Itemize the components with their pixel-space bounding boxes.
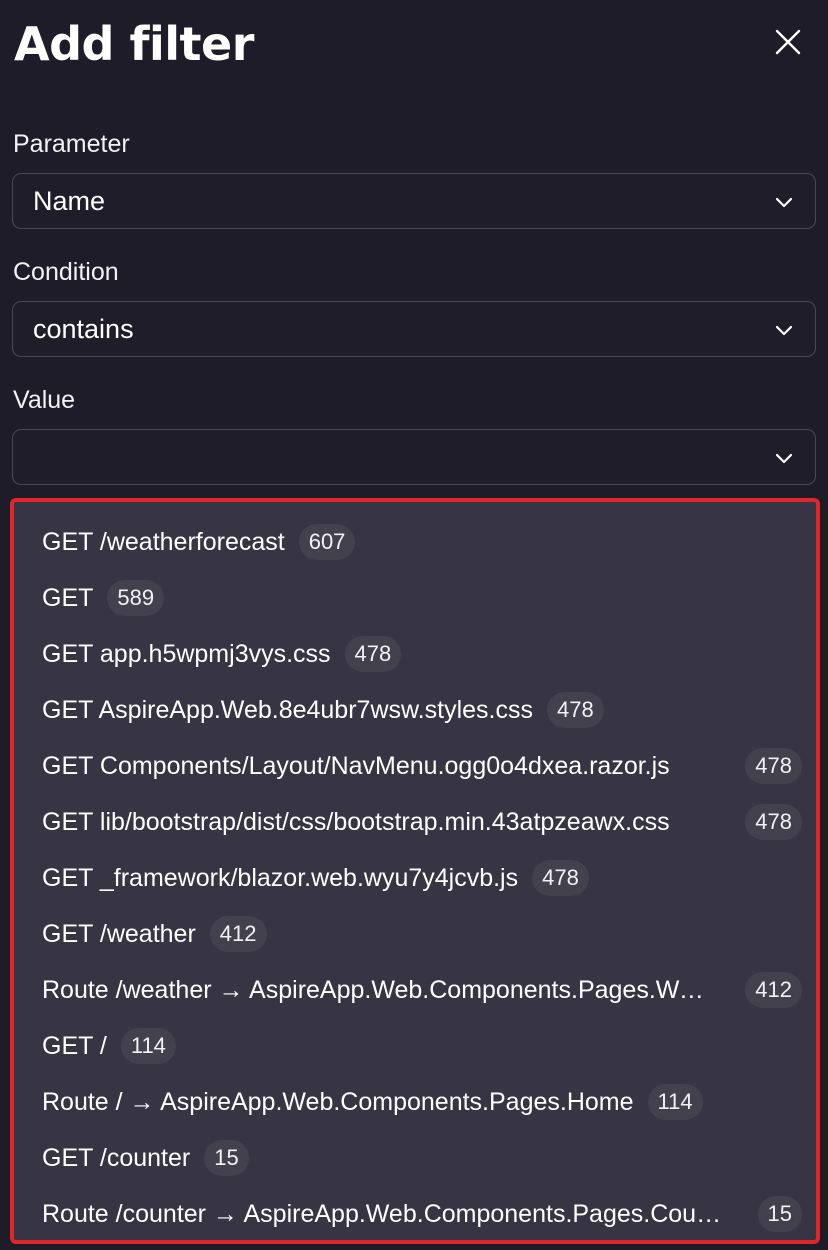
parameter-select[interactable]: Name bbox=[12, 173, 816, 229]
add-filter-dialog: Add filter Parameter Name Condition cont… bbox=[0, 0, 828, 1250]
option-item[interactable]: GET 589 bbox=[42, 570, 802, 626]
option-label: GET app.h5wpmj3vys.css bbox=[42, 639, 331, 668]
count-badge: 412 bbox=[209, 916, 267, 952]
option-label: Route /counter → AspireApp.Web.Component… bbox=[42, 1199, 732, 1228]
option-label: GET /weather bbox=[42, 919, 196, 948]
option-label: GET Components/Layout/NavMenu.ogg0o4dxea… bbox=[42, 751, 670, 780]
value-label: Value bbox=[13, 386, 76, 414]
count-badge: 478 bbox=[745, 804, 802, 840]
option-label: GET /weatherforecast bbox=[42, 527, 285, 556]
count-badge: 114 bbox=[120, 1028, 176, 1064]
chevron-down-icon bbox=[775, 453, 793, 464]
count-badge: 478 bbox=[745, 748, 802, 784]
option-label: Route /weather → AspireApp.Web.Component… bbox=[42, 975, 712, 1004]
count-badge: 114 bbox=[647, 1084, 703, 1120]
close-icon bbox=[775, 29, 801, 55]
count-badge: 607 bbox=[298, 524, 356, 560]
count-badge: 15 bbox=[204, 1140, 249, 1176]
option-item[interactable]: Route / → AspireApp.Web.Components.Pages… bbox=[42, 1074, 802, 1130]
count-badge: 15 bbox=[757, 1196, 802, 1232]
value-combobox[interactable] bbox=[12, 429, 816, 485]
option-label: GET /counter bbox=[42, 1143, 191, 1172]
option-item[interactable]: GET Components/Layout/NavMenu.ogg0o4dxea… bbox=[42, 738, 802, 794]
option-item[interactable]: Route /weather → AspireApp.Web.Component… bbox=[42, 962, 802, 1018]
option-label: GET AspireApp.Web.8e4ubr7wsw.styles.css bbox=[42, 695, 533, 724]
option-item[interactable]: GET /weather 412 bbox=[42, 906, 802, 962]
option-item[interactable]: Route /counter → AspireApp.Web.Component… bbox=[42, 1186, 802, 1240]
option-label: GET lib/bootstrap/dist/css/bootstrap.min… bbox=[42, 807, 670, 836]
option-label: GET bbox=[42, 583, 94, 612]
condition-value: contains bbox=[33, 313, 134, 344]
value-options-list: GET /weatherforecast 607 GET 589 GET app… bbox=[10, 498, 820, 1244]
parameter-value: Name bbox=[33, 185, 106, 216]
option-label: Route / → AspireApp.Web.Components.Pages… bbox=[42, 1087, 634, 1116]
count-badge: 412 bbox=[745, 972, 802, 1008]
option-item[interactable]: GET /weatherforecast 607 bbox=[42, 514, 802, 570]
count-badge: 478 bbox=[546, 692, 604, 728]
condition-select[interactable]: contains bbox=[12, 301, 816, 357]
chevron-down-icon bbox=[775, 197, 793, 208]
option-item[interactable]: GET / 114 bbox=[42, 1018, 802, 1074]
option-label: GET _framework/blazor.web.wyu7y4jcvb.js bbox=[42, 863, 519, 892]
option-item[interactable]: GET _framework/blazor.web.wyu7y4jcvb.js … bbox=[42, 850, 802, 906]
dialog-title: Add filter bbox=[14, 17, 254, 71]
condition-label: Condition bbox=[13, 258, 119, 286]
chevron-down-icon bbox=[775, 325, 793, 336]
option-item[interactable]: GET lib/bootstrap/dist/css/bootstrap.min… bbox=[42, 794, 802, 850]
count-badge: 478 bbox=[344, 636, 402, 672]
option-label: GET / bbox=[42, 1031, 107, 1060]
parameter-label: Parameter bbox=[13, 130, 130, 158]
option-item[interactable]: GET AspireApp.Web.8e4ubr7wsw.styles.css … bbox=[42, 682, 802, 738]
count-badge: 478 bbox=[532, 860, 589, 896]
count-badge: 589 bbox=[107, 580, 165, 616]
close-button[interactable] bbox=[768, 22, 808, 62]
option-item[interactable]: GET app.h5wpmj3vys.css 478 bbox=[42, 626, 802, 682]
option-item[interactable]: GET /counter 15 bbox=[42, 1130, 802, 1186]
